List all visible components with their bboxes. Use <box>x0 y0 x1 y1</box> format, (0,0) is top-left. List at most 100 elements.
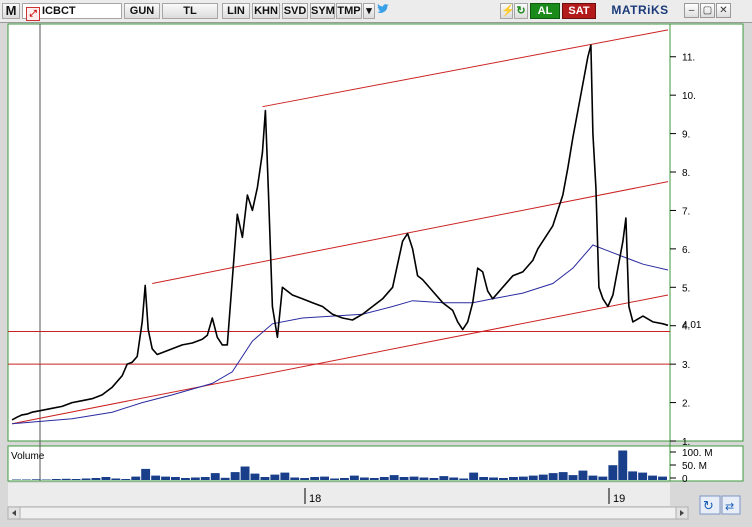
price-tick-label: 6. <box>682 245 690 256</box>
price-tick-label: 9. <box>682 130 690 141</box>
volume-bar <box>548 473 558 480</box>
volume-bar <box>528 475 538 480</box>
twitter-icon[interactable] <box>376 3 390 19</box>
restore-icon[interactable]: ▢ <box>700 3 715 18</box>
chart-toolbar: M ⤢ ICBCT GUN TL LIN KHN SVD SYM TMP ▾ ⚡ … <box>0 0 752 23</box>
volume-bar <box>439 476 449 480</box>
buy-button[interactable]: AL <box>530 3 560 19</box>
volume-bar <box>349 475 359 480</box>
volume-bar <box>81 478 91 480</box>
price-tick-label: 7. <box>682 206 690 217</box>
volume-bar <box>638 472 648 480</box>
time-label-18: 18 <box>309 493 321 505</box>
volume-bar <box>598 476 608 480</box>
volume-bar <box>260 477 270 480</box>
volume-tick: 50. M <box>682 461 707 472</box>
autoscale-button[interactable]: ↻ <box>699 495 721 515</box>
price-tick-label: 11. <box>682 53 695 64</box>
matriks-brand-logo: MATRiKS <box>611 3 669 17</box>
volume-bar <box>469 472 479 480</box>
volume-bar <box>479 477 489 480</box>
volume-bar <box>91 478 101 480</box>
volume-bar <box>151 475 161 480</box>
volume-bar <box>270 474 280 480</box>
close-icon[interactable]: ✕ <box>716 3 731 18</box>
volume-bar <box>290 477 300 480</box>
volume-bar <box>499 478 508 480</box>
price-tick-label: 3. <box>682 360 690 371</box>
volume-bar <box>658 476 667 480</box>
volume-bar <box>190 477 200 480</box>
volume-bar <box>648 475 657 480</box>
khn-button[interactable]: KHN <box>252 3 280 19</box>
price-tick-label: 8. <box>682 168 690 179</box>
volume-bar <box>310 477 320 480</box>
price-tick-label: 1. <box>682 437 690 448</box>
volume-bar <box>538 474 548 480</box>
volume-bar <box>558 472 568 480</box>
volume-bar <box>509 477 518 480</box>
volume-bar <box>369 478 379 480</box>
volume-bar <box>171 477 180 480</box>
volume-bar <box>131 476 141 480</box>
zoom-button[interactable]: ⇄ <box>721 495 741 515</box>
symbol-input[interactable]: ⤢ ICBCT <box>22 3 122 21</box>
volume-tick: 0 <box>682 474 688 485</box>
chart-type-icon: ⤢ <box>26 7 40 21</box>
volume-bar <box>429 478 439 480</box>
volume-bar <box>240 466 250 480</box>
volume-bar <box>399 477 409 480</box>
minimize-icon[interactable]: – <box>684 3 699 18</box>
volume-bar <box>419 477 429 480</box>
volume-bar <box>449 477 459 480</box>
current-price-label: 4.01 <box>682 320 702 331</box>
price-tick-label: 5. <box>682 283 690 294</box>
volume-bar <box>300 478 310 480</box>
matriks-m-logo[interactable]: M <box>2 3 20 19</box>
sym-button[interactable]: SYM <box>310 3 335 19</box>
volume-bar <box>379 477 389 480</box>
volume-bar <box>71 479 81 480</box>
sell-button[interactable]: SAT <box>562 3 596 19</box>
template-button[interactable]: TMP <box>336 3 362 19</box>
volume-bar <box>41 479 51 480</box>
price-axis-panel[interactable] <box>670 24 743 441</box>
volume-bar <box>489 477 498 480</box>
volume-bar <box>588 475 598 480</box>
price-chart[interactable]: 11.10.9.8.7.6.5.4.3.2.1. 4.01 Volume 100… <box>0 22 752 522</box>
volume-bar <box>200 477 210 480</box>
volume-tick: 100. M <box>682 448 713 459</box>
volume-bar <box>578 470 588 480</box>
price-panel[interactable] <box>8 24 670 441</box>
volume-bar <box>568 475 578 480</box>
volume-bar <box>12 479 21 480</box>
volume-bar <box>141 468 151 480</box>
volume-label: Volume <box>11 451 45 462</box>
volume-bar <box>618 450 628 480</box>
volume-bar <box>340 478 349 480</box>
dropdown-arrow-icon[interactable]: ▾ <box>363 3 375 19</box>
period-button[interactable]: GUN <box>124 3 160 19</box>
linear-scale-button[interactable]: LIN <box>222 3 250 19</box>
price-tick-label: 2. <box>682 399 690 410</box>
chart-window: 11. 10. 9. 8. 7. 6. 5. 4. 3. 2. 1. 4.01 Volume 100… <box>0 22 752 522</box>
currency-button[interactable]: TL <box>162 3 218 19</box>
volume-bar <box>459 478 469 480</box>
autoscale-icon: ↻ <box>703 499 714 514</box>
volume-bar <box>330 478 339 480</box>
volume-bar <box>389 475 399 480</box>
refresh-icon[interactable]: ↻ <box>514 3 528 19</box>
volume-bar <box>101 477 111 480</box>
volume-bar <box>518 476 528 480</box>
price-tick-label: 10. <box>682 91 696 102</box>
zoom-icon: ⇄ <box>725 500 734 513</box>
svd-button[interactable]: SVD <box>282 3 308 19</box>
lightning-icon[interactable]: ⚡ <box>500 3 515 19</box>
volume-bar <box>628 471 638 480</box>
volume-bar <box>250 473 260 480</box>
volume-bar <box>181 478 190 480</box>
horizontal-scrollbar[interactable] <box>7 506 689 520</box>
volume-bar <box>31 479 41 480</box>
volume-bar <box>161 476 170 480</box>
time-label-19: 19 <box>613 493 625 505</box>
